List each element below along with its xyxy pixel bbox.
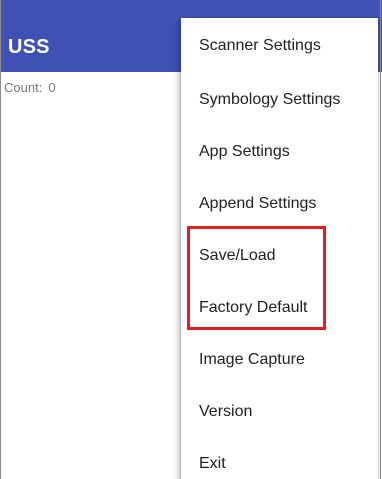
- menu-item-version[interactable]: Version: [181, 386, 378, 438]
- menu-item-append-settings[interactable]: Append Settings: [181, 178, 378, 230]
- menu-item-scanner-settings[interactable]: Scanner Settings: [181, 18, 378, 74]
- menu-item-app-settings[interactable]: App Settings: [181, 126, 378, 178]
- count-display: Count: 0: [4, 80, 56, 95]
- menu-item-exit[interactable]: Exit: [181, 438, 378, 479]
- menu-item-factory-default[interactable]: Factory Default: [181, 282, 378, 334]
- count-label: Count:: [4, 80, 43, 95]
- app-screen: USS Count: 0 Scanner Settings Symbology S…: [0, 0, 382, 479]
- app-title: USS: [8, 36, 50, 58]
- count-value: 0: [48, 80, 56, 95]
- overflow-menu: Scanner Settings Symbology Settings App …: [181, 18, 378, 479]
- menu-item-save-load[interactable]: Save/Load: [181, 230, 378, 282]
- menu-item-symbology-settings[interactable]: Symbology Settings: [181, 74, 378, 126]
- menu-item-image-capture[interactable]: Image Capture: [181, 334, 378, 386]
